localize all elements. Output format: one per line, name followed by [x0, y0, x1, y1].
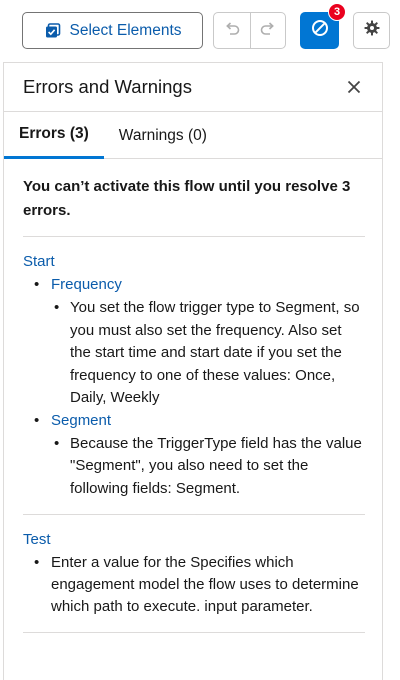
test-error-list: Enter a value for the Specifies which en… — [23, 552, 365, 618]
start-error-list: Frequency You set the flow trigger type … — [23, 274, 365, 500]
redo-icon — [259, 19, 277, 42]
list-item: Segment Because the TriggerType field ha… — [23, 410, 365, 501]
panel-content: You can’t activate this flow until you r… — [4, 159, 382, 633]
section-link-start[interactable]: Start — [23, 251, 365, 273]
undo-icon — [223, 19, 241, 42]
toolbar: Select Elements 3 — [0, 0, 400, 62]
select-elements-button[interactable]: Select Elements — [22, 12, 203, 49]
panel-title: Errors and Warnings — [23, 76, 192, 97]
error-section-test: Test Enter a value for the Specifies whi… — [23, 515, 365, 633]
error-message: Because the TriggerType field has the va… — [51, 433, 365, 501]
error-message: Enter a value for the Specifies which en… — [23, 552, 365, 618]
section-link-test[interactable]: Test — [23, 529, 365, 551]
redo-button[interactable] — [249, 13, 286, 48]
checkbox-select-icon — [44, 22, 62, 40]
tab-bar: Errors (3) Warnings (0) — [4, 112, 382, 159]
tab-errors[interactable]: Errors (3) — [4, 112, 104, 159]
errors-warnings-panel: Errors and Warnings Errors (3) Warnings … — [3, 62, 383, 680]
field-link-segment[interactable]: Segment — [51, 412, 111, 429]
panel-header: Errors and Warnings — [4, 63, 382, 112]
error-count-badge: 3 — [328, 3, 346, 21]
tab-warnings[interactable]: Warnings (0) — [104, 112, 222, 159]
field-link-frequency[interactable]: Frequency — [51, 276, 122, 293]
gear-icon — [363, 19, 381, 42]
settings-button[interactable] — [353, 12, 390, 49]
segment-messages: Because the TriggerType field has the va… — [51, 433, 365, 501]
error-section-start: Start Frequency You set the flow trigger… — [23, 237, 365, 515]
close-icon — [347, 80, 361, 94]
list-item: Frequency You set the flow trigger type … — [23, 274, 365, 410]
select-elements-label: Select Elements — [69, 21, 182, 39]
undo-button[interactable] — [214, 13, 250, 48]
error-summary: You can’t activate this flow until you r… — [23, 159, 365, 237]
error-message: You set the flow trigger type to Segment… — [51, 297, 365, 410]
frequency-messages: You set the flow trigger type to Segment… — [51, 297, 365, 410]
close-button[interactable] — [344, 77, 364, 97]
undo-redo-group — [213, 12, 286, 49]
ban-icon — [311, 19, 329, 42]
